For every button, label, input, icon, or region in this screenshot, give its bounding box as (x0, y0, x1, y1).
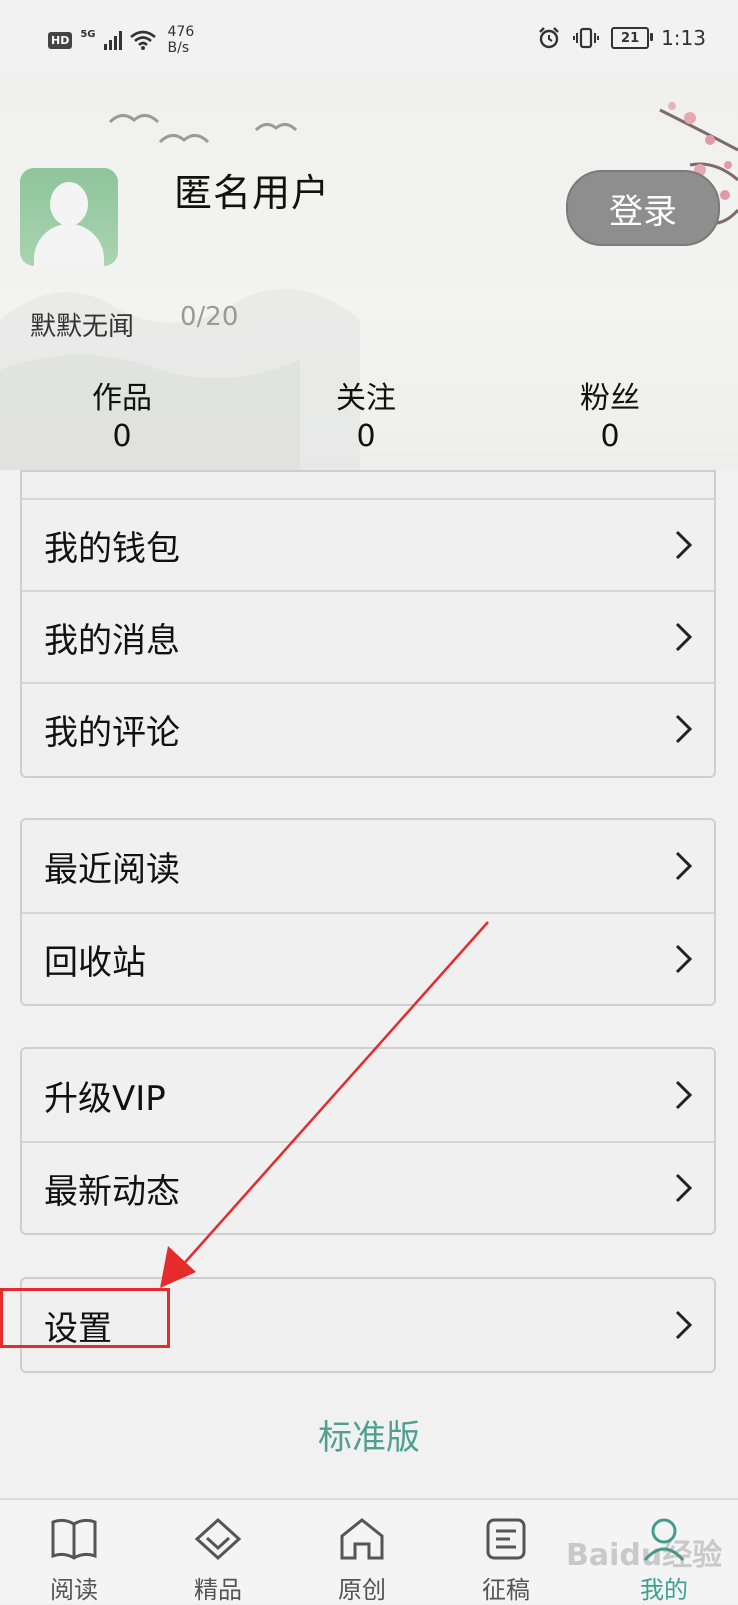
stat-followers[interactable]: 粉丝 0 (550, 380, 670, 456)
menu-group-account: 我的钱包 我的消息 我的评论 (20, 470, 716, 778)
chevron-right-icon (675, 944, 693, 974)
menu-item-recycle-bin[interactable]: 回收站 (22, 912, 714, 1004)
chevron-right-icon (675, 530, 693, 560)
alarm-icon (539, 27, 559, 49)
chevron-right-icon (675, 851, 693, 881)
stat-value: 0 (600, 419, 620, 454)
menu-item-comments[interactable]: 我的评论 (22, 682, 714, 774)
menu-item-label: 升级VIP (44, 1078, 166, 1119)
avatar-head (50, 182, 88, 226)
status-bar: HD 5G 476 B/s 21 1:13 (0, 0, 738, 70)
menu-item-label: 我的消息 (44, 620, 180, 661)
stat-label: 粉丝 (580, 381, 640, 416)
stat-value: 0 (356, 419, 376, 454)
chevron-right-icon (675, 622, 693, 652)
watermark: Baidu经验 (566, 1538, 723, 1573)
vibrate-icon (573, 27, 600, 49)
battery-icon: 21 (611, 27, 654, 49)
chevron-right-icon (675, 1080, 693, 1110)
nav-tab-premium[interactable]: 精品 (158, 1500, 278, 1604)
menu-item-upgrade-vip[interactable]: 升级VIP (22, 1049, 714, 1141)
menu-item-latest-news[interactable]: 最新动态 (22, 1141, 714, 1233)
menu-item-label: 我的钱包 (44, 528, 180, 569)
book-icon (51, 1518, 97, 1560)
nav-tab-original[interactable]: 原创 (302, 1500, 422, 1604)
home-icon (340, 1518, 384, 1560)
menu-item-recent-reading[interactable]: 最近阅读 (22, 820, 714, 912)
wifi-icon (129, 30, 156, 50)
chevron-right-icon (675, 1173, 693, 1203)
menu-item-messages[interactable]: 我的消息 (22, 590, 714, 682)
signature-count: 0/20 (180, 302, 239, 332)
menu-row-cut (22, 472, 714, 498)
document-icon (486, 1518, 526, 1560)
menu-item-label: 我的评论 (44, 712, 180, 753)
clock: 1:13 (661, 26, 706, 50)
battery-level: 21 (621, 30, 640, 46)
version-label[interactable]: 标准版 (0, 1410, 738, 1459)
menu-item-label: 回收站 (44, 942, 146, 983)
speed-unit: B/s (167, 40, 190, 56)
network-type: 5G (80, 28, 96, 40)
network-speed: 476 B/s (168, 24, 195, 56)
menu-group-reading: 最近阅读 回收站 (20, 818, 716, 1006)
menu-item-label: 最新动态 (44, 1171, 180, 1212)
profile-header: 匿名用户 登录 默默无闻 0/20 作品 0 关注 0 粉丝 0 (0, 70, 738, 470)
hd-badge: HD (48, 31, 73, 49)
speed-value: 476 (167, 24, 195, 40)
signal-icon (103, 30, 122, 50)
stat-label: 作品 (92, 381, 152, 416)
username: 匿名用户 (174, 171, 331, 215)
annotation-highlight-box (0, 1288, 170, 1348)
menu-group-vip: 升级VIP 最新动态 (20, 1047, 716, 1235)
stat-works[interactable]: 作品 0 (62, 380, 182, 456)
diamond-icon (194, 1517, 242, 1561)
stat-value: 0 (112, 419, 132, 454)
login-button[interactable]: 登录 (566, 170, 720, 246)
signature[interactable]: 默默无闻 (30, 306, 134, 343)
chevron-right-icon (675, 714, 693, 744)
nav-tab-read[interactable]: 阅读 (14, 1500, 134, 1604)
avatar-body (34, 224, 104, 266)
avatar[interactable] (20, 168, 118, 266)
menu-item-label: 最近阅读 (44, 849, 180, 890)
stat-following[interactable]: 关注 0 (306, 380, 426, 456)
nav-tab-submission[interactable]: 征稿 (446, 1500, 566, 1604)
menu-item-wallet[interactable]: 我的钱包 (22, 498, 714, 590)
stat-label: 关注 (336, 381, 396, 416)
chevron-right-icon (675, 1310, 693, 1340)
